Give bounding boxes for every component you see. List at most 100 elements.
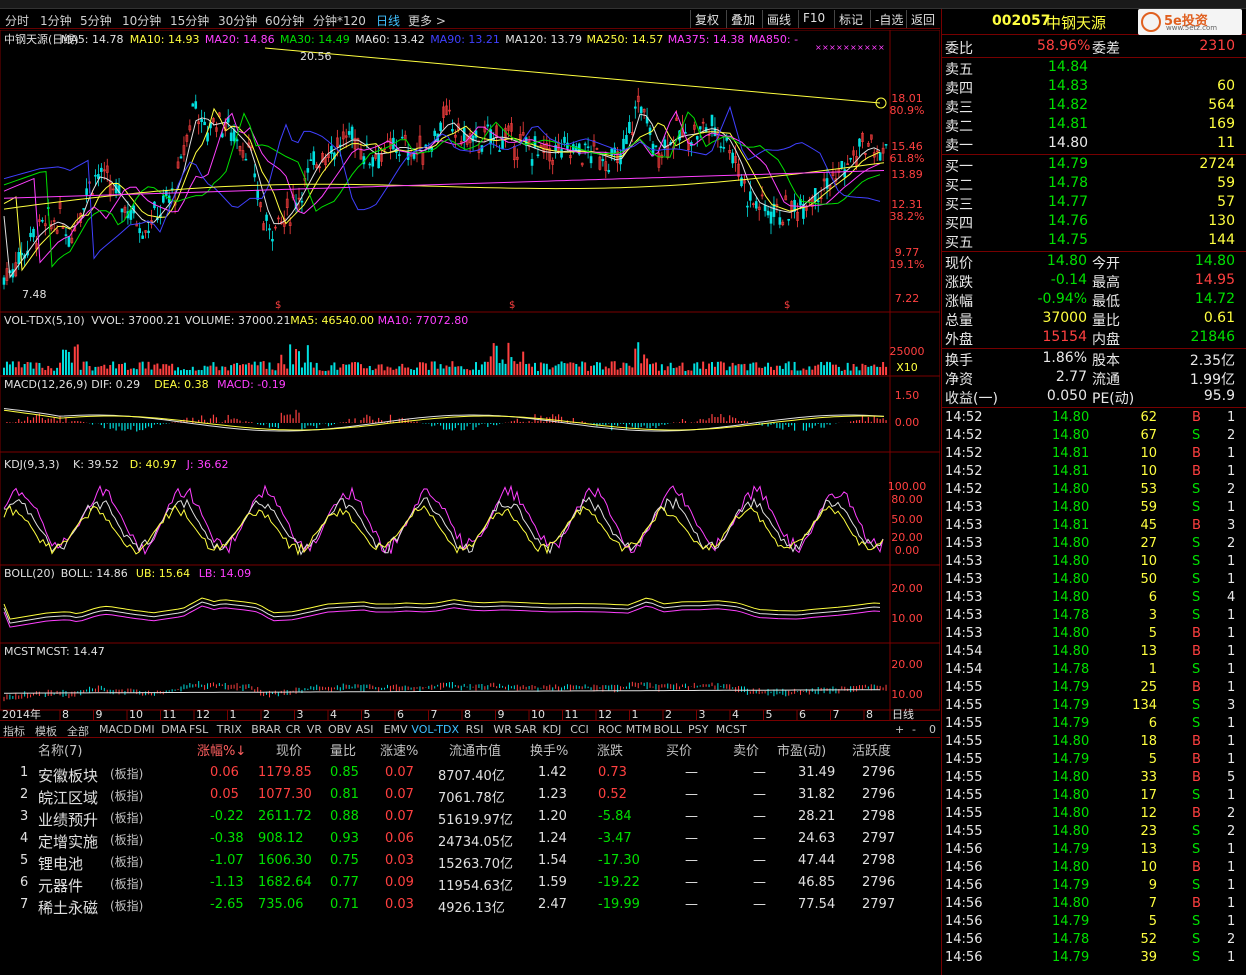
- tick-volume: 59: [1140, 500, 1157, 515]
- indicator-tab-6[interactable]: FSL: [189, 723, 208, 736]
- ask-price[interactable]: 14.82: [1048, 97, 1088, 113]
- kline-chart[interactable]: 中钢天源(日线)MA5: 14.78 MA10: 14.93 MA20: 14.86…: [0, 30, 940, 740]
- tool-button-6[interactable]: 返回: [906, 10, 939, 28]
- tool-button-0[interactable]: 复权: [690, 10, 723, 28]
- indicator-tab-19[interactable]: CCI: [570, 723, 589, 736]
- indicator-tab-4[interactable]: DMI: [133, 723, 154, 736]
- cell-name: 元器件: [38, 877, 84, 895]
- indicator-tab-24[interactable]: MCST: [716, 723, 747, 736]
- indicator-tab-9[interactable]: CR: [286, 723, 301, 736]
- indicator-tab-16[interactable]: WR: [493, 723, 512, 736]
- ratio-label: 委比: [945, 41, 973, 57]
- indicator-tab-21[interactable]: MTM: [626, 723, 652, 736]
- tool-button-1[interactable]: 叠加: [726, 10, 759, 28]
- tick-volume: 27: [1140, 536, 1157, 551]
- period-tab-4[interactable]: 15分钟: [170, 12, 209, 29]
- logo-url: www.5etz.com: [1166, 24, 1218, 32]
- indicator-tab-22[interactable]: BOLL: [654, 723, 682, 736]
- main-axis-3: 61.8%: [890, 152, 925, 165]
- period-tab-5[interactable]: 30分钟: [218, 12, 257, 29]
- bid-price[interactable]: 14.79: [1048, 156, 1088, 172]
- indicator-tab-14[interactable]: VOL-TDX: [411, 723, 459, 736]
- table-row[interactable]: 3 业绩预升 (板指) -0.22 2611.72 0.88 0.07 51619.97亿 1.…: [0, 807, 940, 829]
- bid-volume: 57: [1217, 194, 1235, 210]
- tab-control-1[interactable]: -: [912, 723, 916, 736]
- cell-act: 2798: [862, 809, 896, 824]
- tick-time: 14:56: [945, 932, 983, 947]
- bid-price[interactable]: 14.75: [1048, 232, 1088, 248]
- fund-row-2: 收益(一) 0.050 PE(动) 95.9: [942, 387, 1246, 407]
- table-row[interactable]: 4 定增实施 (板指) -0.38 908.12 0.93 0.06 24734.05亿 1.2…: [0, 829, 940, 851]
- tool-button-3[interactable]: F10: [798, 10, 829, 28]
- boll-axis-1: 10.00: [891, 612, 923, 625]
- bid-price[interactable]: 14.77: [1048, 194, 1088, 210]
- period-tab-2[interactable]: 5分钟: [80, 12, 112, 29]
- tick-price: 14.80: [1052, 806, 1090, 821]
- table-header-7[interactable]: 涨跌: [597, 740, 623, 759]
- tick-volume: 6: [1148, 716, 1157, 731]
- table-header-6[interactable]: 换手%: [530, 740, 568, 759]
- tab-control-2[interactable]: 0: [929, 723, 936, 736]
- table-header-4[interactable]: 涨速%: [380, 740, 418, 759]
- indicator-tab-11[interactable]: OBV: [328, 723, 351, 736]
- period-tab-3[interactable]: 10分钟: [122, 12, 161, 29]
- table-row[interactable]: 6 元器件 (板指) -1.13 1682.64 0.77 0.09 11954.63亿 1.5…: [0, 873, 940, 895]
- ask-price[interactable]: 14.80: [1048, 135, 1088, 151]
- period-tab-0[interactable]: 分时: [5, 12, 29, 29]
- table-header-8[interactable]: 买价: [666, 740, 692, 759]
- period-tab-8[interactable]: 日线: [376, 12, 400, 29]
- ask-price[interactable]: 14.84: [1048, 59, 1088, 75]
- cell-spd: 0.03: [385, 853, 414, 868]
- period-tab-9[interactable]: 更多 >: [408, 12, 446, 29]
- table-header-10[interactable]: 市盈(动): [777, 740, 826, 759]
- ask-price[interactable]: 14.81: [1048, 116, 1088, 132]
- tick-price: 14.79: [1052, 914, 1090, 929]
- period-tab-1[interactable]: 1分钟: [40, 12, 72, 29]
- table-row[interactable]: 7 稀土永磁 (板指) -2.65 735.06 0.71 0.03 4926.13亿 2.47…: [0, 895, 940, 917]
- tab-control-0[interactable]: +: [895, 723, 904, 736]
- indicator-tab-3[interactable]: MACD: [99, 723, 132, 736]
- indicator-tab-10[interactable]: VR: [307, 723, 322, 736]
- tick-time: 14:55: [945, 680, 983, 695]
- tick-count: 1: [1227, 554, 1236, 569]
- bid-price[interactable]: 14.76: [1048, 213, 1088, 229]
- bid-price[interactable]: 14.78: [1048, 175, 1088, 191]
- tick-direction: S: [1192, 554, 1201, 569]
- table-header-9[interactable]: 卖价: [733, 740, 759, 759]
- indicator-tab-5[interactable]: DMA: [161, 723, 187, 736]
- table-header-3[interactable]: 量比: [330, 740, 356, 759]
- period-tab-6[interactable]: 60分钟: [265, 12, 304, 29]
- indicator-tab-20[interactable]: ROC: [598, 723, 622, 736]
- indicator-tab-2[interactable]: 全部: [67, 723, 89, 739]
- indicator-tab-13[interactable]: EMV: [384, 723, 408, 736]
- tick-price: 14.78: [1052, 662, 1090, 677]
- bid-label: 买三: [945, 197, 973, 213]
- tool-button-4[interactable]: 标记: [834, 10, 867, 28]
- indicator-tab-8[interactable]: BRAR: [251, 723, 281, 736]
- table-header-5[interactable]: 流通市值: [449, 740, 501, 759]
- period-tab-7[interactable]: 分钟*120: [313, 12, 366, 29]
- indicator-tab-23[interactable]: PSY: [688, 723, 708, 736]
- table-header-0[interactable]: 名称(7): [38, 740, 82, 759]
- ma-legend-8: MA250: 14.57: [587, 33, 664, 46]
- table-row[interactable]: 5 锂电池 (板指) -1.07 1606.30 0.75 0.03 15263.70亿 1.5…: [0, 851, 940, 873]
- table-header-2[interactable]: 现价: [276, 740, 302, 759]
- indicator-tab-12[interactable]: ASI: [356, 723, 374, 736]
- table-row[interactable]: 2 皖江区域 (板指) 0.05 1077.30 0.81 0.07 7061.78亿 1.23…: [0, 785, 940, 807]
- indicator-tab-18[interactable]: KDJ: [542, 723, 561, 736]
- tool-button-5[interactable]: -自选: [870, 10, 907, 28]
- bid-volume: 144: [1208, 232, 1235, 248]
- indicator-tab-15[interactable]: RSI: [466, 723, 484, 736]
- indicator-tab-0[interactable]: 指标: [3, 723, 25, 739]
- tool-button-2[interactable]: 画线: [762, 10, 795, 28]
- indicator-tab-1[interactable]: 模板: [35, 723, 57, 739]
- ask-price[interactable]: 14.83: [1048, 78, 1088, 94]
- tick-time: 14:54: [945, 662, 983, 677]
- tick-volume: 33: [1140, 770, 1157, 785]
- indicator-tab-17[interactable]: SAR: [515, 723, 537, 736]
- table-header-11[interactable]: 活跃度: [852, 740, 891, 759]
- tick-row: 14:54 14.78 1 S 1: [942, 661, 1246, 679]
- table-row[interactable]: 1 安徽板块 (板指) 0.06 1179.85 0.85 0.07 8707.40亿 1.42…: [0, 763, 940, 785]
- indicator-tab-7[interactable]: TRIX: [217, 723, 242, 736]
- table-header-1[interactable]: 涨幅%↓: [197, 740, 246, 759]
